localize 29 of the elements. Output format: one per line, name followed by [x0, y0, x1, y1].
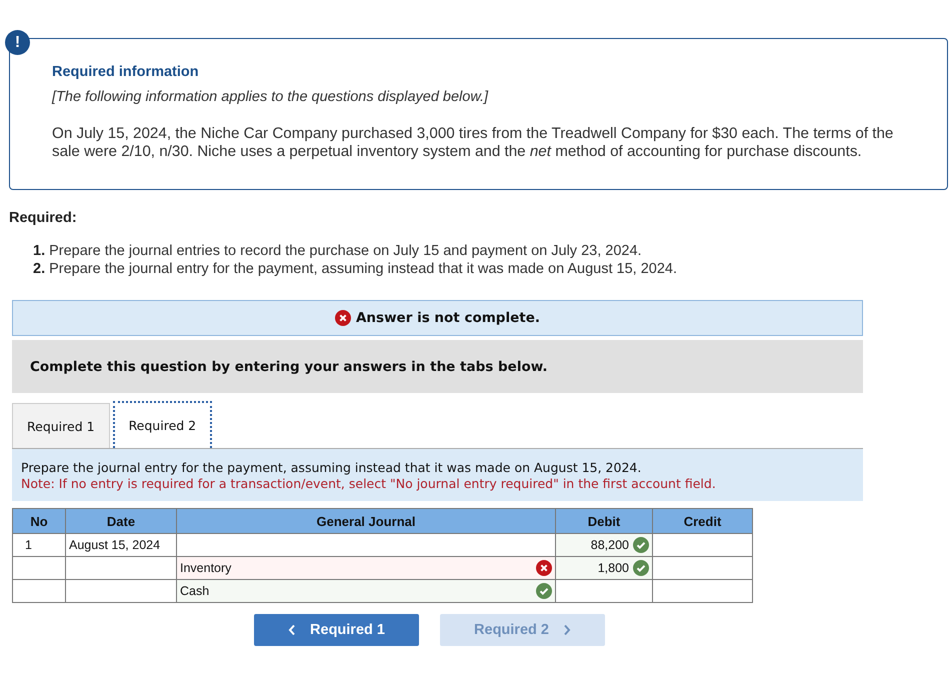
- item-number: 2.: [33, 260, 46, 278]
- instruction-text: Complete this question by entering your answers in the tabs below.: [30, 358, 548, 374]
- item-number: 1.: [33, 242, 46, 260]
- previous-button[interactable]: Required 1: [254, 614, 419, 646]
- column-header: General Journal: [316, 514, 416, 528]
- info-paragraph: On July 15, 2024, the Niche Car Company purchased 3,000 tires from the Treadwell Company for $30 each. The terms of the sale were 2/10, n/30. Niche uses a perpetual inventory system and the net method of accounting for purchase discounts.: [52, 125, 894, 161]
- chevron-left-icon: [288, 624, 296, 636]
- requirement-text: Prepare the journal entries to record the purchase on July 15 and payment on July 23, 2024.: [49, 242, 642, 260]
- requirement-text: Prepare the journal entry for the payment, assuming instead that it was made on August 15, 2024.: [49, 260, 677, 278]
- column-header: Date: [106, 514, 136, 528]
- column-header: Credit: [684, 514, 722, 528]
- account-name: Cash: [180, 584, 210, 598]
- column-header: No: [30, 514, 48, 528]
- tab[interactable]: Required 2: [112, 401, 212, 448]
- prompt-text: Prepare the journal entry for the payment, assuming instead that it was made on August 15, 2024.: [21, 460, 642, 476]
- entry-number: 1: [25, 538, 32, 552]
- info-note: [The following information applies to the questions displayed below.]: [52, 89, 490, 105]
- result-message: Answer is not complete.: [356, 310, 540, 326]
- required-heading: Required:: [9, 210, 78, 226]
- tab[interactable]: Required 1: [12, 403, 110, 448]
- column-header: Debit: [588, 514, 620, 528]
- prompt-note: Note: If no entry is required for a transaction/event, select "No journal entry required" in the first account field.: [21, 476, 717, 492]
- entry-date: August 15, 2024: [69, 538, 160, 552]
- info-title: Required information: [52, 64, 200, 80]
- alert-badge: !: [5, 30, 30, 55]
- chevron-right-icon: [562, 624, 571, 636]
- account-name: Inventory: [180, 561, 232, 575]
- debit-amount: 1,800: [598, 561, 629, 575]
- debit-amount: 88,200: [590, 538, 629, 552]
